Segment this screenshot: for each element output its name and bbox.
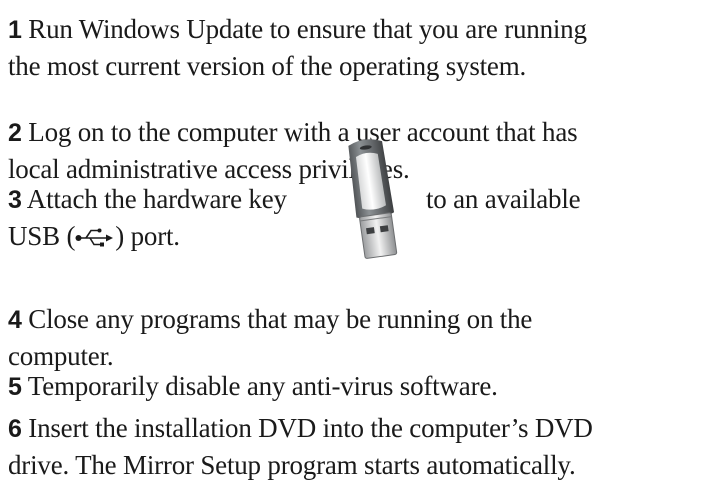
step-6-text-line-2: drive. The Mirror Setup program starts a… bbox=[8, 450, 576, 480]
step-6-line-1: 6 Insert the installation DVD into the c… bbox=[8, 410, 724, 447]
step-6-number: 6 bbox=[8, 415, 22, 443]
step-1-text-line-1: Run Windows Update to ensure that you ar… bbox=[28, 14, 587, 44]
step-3-usb-suffix: ) port. bbox=[115, 221, 180, 251]
step-3-text-before-image: Attach the hardware key bbox=[26, 184, 287, 214]
usb-hardware-key-image bbox=[348, 139, 398, 259]
step-1-number: 1 bbox=[8, 16, 22, 44]
step-2-number: 2 bbox=[8, 119, 22, 147]
step-5-text-line-1: Temporarily disable any anti-virus softw… bbox=[27, 371, 498, 401]
step-4: 4 Close any programs that may be running… bbox=[8, 301, 724, 374]
step-3-number: 3 bbox=[8, 186, 22, 214]
step-1-line-1: 1 Run Windows Update to ensure that you … bbox=[8, 11, 724, 48]
step-5-line-1: 5 Temporarily disable any anti-virus sof… bbox=[8, 368, 724, 405]
step-4-line-1: 4 Close any programs that may be running… bbox=[8, 301, 724, 338]
step-5-number: 5 bbox=[8, 373, 22, 401]
step-6-text-line-1: Insert the installation DVD into the com… bbox=[28, 413, 593, 443]
step-3-text-after-image: to an available bbox=[426, 184, 581, 214]
step-1: 1 Run Windows Update to ensure that you … bbox=[8, 11, 724, 84]
step-3-usb-prefix: USB ( bbox=[8, 221, 76, 251]
step-1-text-line-2: the most current version of the operatin… bbox=[8, 51, 527, 81]
usb-icon bbox=[75, 228, 114, 247]
step-2-text-line-1: Log on to the computer with a user accou… bbox=[28, 117, 578, 147]
step-5: 5 Temporarily disable any anti-virus sof… bbox=[8, 368, 724, 405]
step-6: 6 Insert the installation DVD into the c… bbox=[8, 410, 724, 483]
step-4-text-line-1: Close any programs that may be running o… bbox=[28, 304, 533, 334]
step-4-number: 4 bbox=[8, 306, 22, 334]
